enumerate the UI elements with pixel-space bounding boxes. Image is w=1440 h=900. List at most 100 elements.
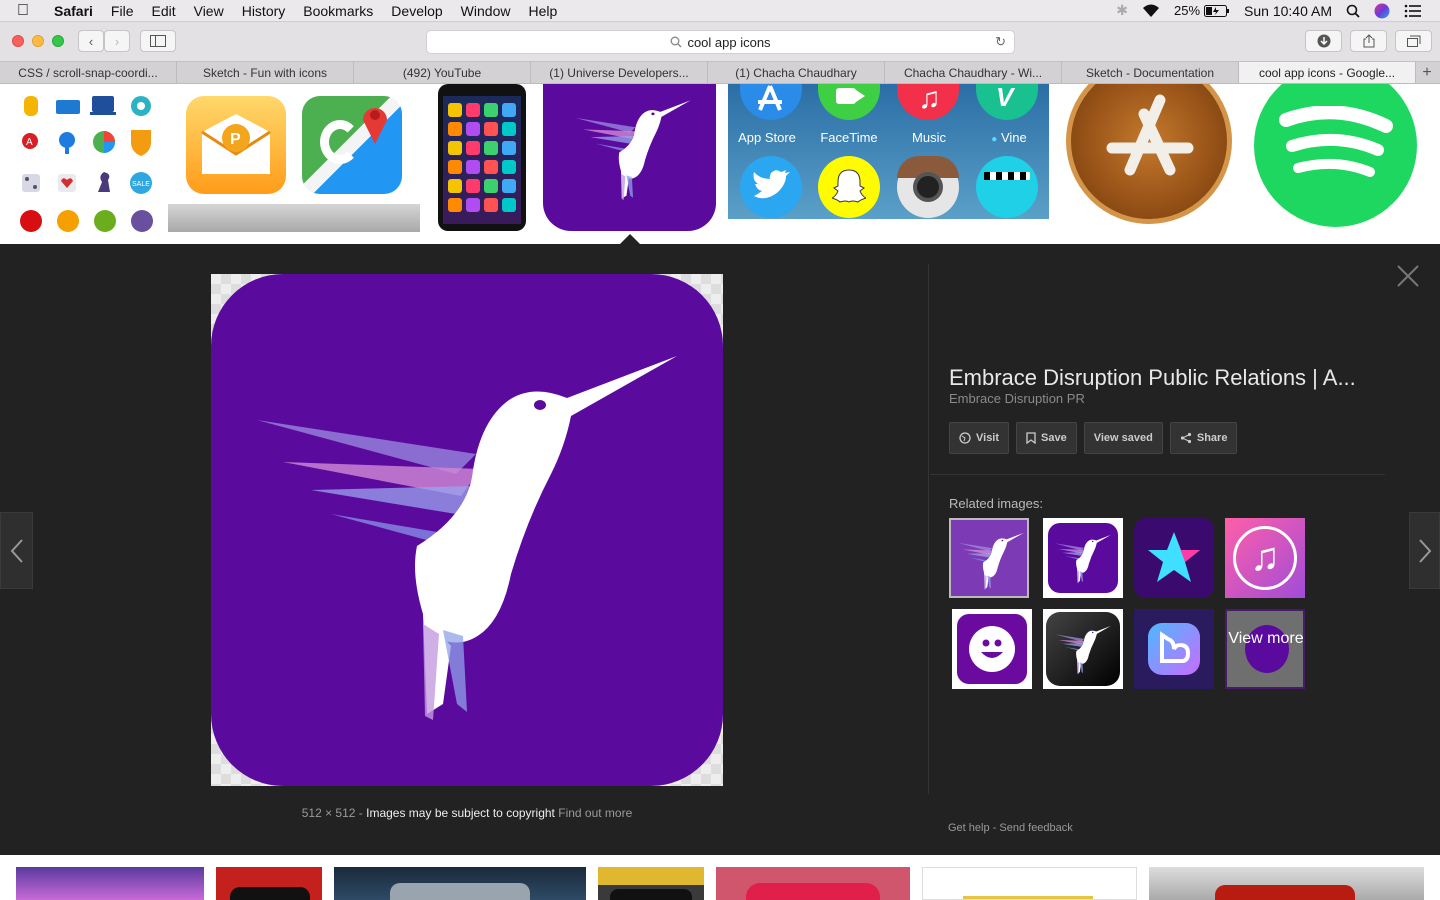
share-button[interactable] [1350,30,1387,52]
zoom-window-button[interactable] [52,35,64,47]
result-thumbnail-mail-maps[interactable]: P [168,84,420,232]
result-thumbnail-phone[interactable] [432,84,531,231]
result-thumbnail-bottom-1[interactable] [16,867,204,900]
result-title[interactable]: Embrace Disruption Public Relations | A.… [949,365,1369,391]
main-preview-image[interactable] [211,274,723,786]
related-image-6[interactable] [1043,609,1123,689]
result-thumbnail-ios-apps[interactable]: ♫ V App Store FaceTime Music ● Vine [728,84,1049,219]
tab-chacha-chaudhary-wiki[interactable]: Chacha Chaudhary - Wi... [885,62,1062,83]
related-image-1[interactable] [949,518,1029,598]
phone-app-tile [484,103,498,117]
siri-icon[interactable] [1374,3,1390,19]
result-source: Embrace Disruption PR [949,391,1085,406]
twitter-bird-icon [753,170,790,199]
tab-universe-developers[interactable]: (1) Universe Developers... [531,62,708,83]
view-saved-button[interactable]: View saved [1083,422,1163,454]
battery-icon[interactable] [1204,4,1230,17]
forward-button[interactable]: › [104,30,130,52]
related-image-2[interactable] [1043,518,1123,598]
search-icon [670,36,682,48]
download-icon [1317,34,1330,48]
phone-app-tile [448,160,462,174]
share-result-button[interactable]: Share [1169,422,1238,454]
snapchat-ghost-icon [832,169,866,203]
menu-develop[interactable]: Develop [382,3,451,19]
result-thumbnail-bottom-5[interactable] [716,867,910,900]
apple-icon[interactable]:  [0,2,46,20]
phone-app-tile [484,160,498,174]
back-button[interactable]: ‹ [78,30,104,52]
image-preview-panel: 512 × 512 - Images may be subject to cop… [0,244,1440,855]
result-thumbnail-bottom-3[interactable] [334,867,586,900]
related-images-label: Related images: [949,496,1043,511]
tab-chacha-chaudhary[interactable]: (1) Chacha Chaudhary [708,62,885,83]
new-tab-button[interactable]: + [1416,62,1438,83]
minimize-window-button[interactable] [32,35,44,47]
related-image-3[interactable] [1134,518,1214,598]
address-bar[interactable]: cool app icons ↻ [426,30,1015,54]
phone-app-tile [502,198,516,212]
phone-app-tile [502,103,516,117]
result-thumbnail-bottom-4[interactable] [598,867,704,900]
sidebar-toggle-button[interactable] [140,30,176,52]
tab-css-scroll-snap[interactable]: CSS / scroll-snap-coordi... [0,62,177,83]
section-divider [930,474,1385,475]
related-image-5[interactable] [952,609,1032,689]
find-out-more-link[interactable]: Find out more [558,806,632,820]
svg-text:SALE: SALE [132,181,150,188]
visit-button[interactable]: Visit [949,422,1010,454]
menu-view[interactable]: View [185,3,233,19]
tab-sketch-documentation[interactable]: Sketch - Documentation [1062,62,1239,83]
menu-edit[interactable]: Edit [142,3,184,19]
result-thumbnail-hummingbird-selected[interactable] [543,84,716,231]
spotlight-search-icon[interactable] [1346,4,1360,18]
save-button[interactable]: Save [1016,422,1077,454]
bluetooth-icon[interactable]: ✱ [1116,2,1128,19]
related-image-4[interactable]: ♫ [1225,518,1305,598]
menu-window[interactable]: Window [452,3,520,19]
chevron-right-icon [1418,538,1431,563]
result-thumbnail-app-store-wood[interactable] [1062,84,1236,228]
reload-icon[interactable]: ↻ [995,34,1006,50]
phone-app-tile [466,141,480,155]
downloads-button[interactable] [1305,30,1342,52]
tabs-overview-icon [1406,35,1420,47]
tab-sketch-fun-icons[interactable]: Sketch - Fun with icons [177,62,354,83]
notification-center-icon[interactable] [1404,4,1422,18]
bookmark-icon [1026,432,1036,444]
result-thumbnail-bottom-2[interactable] [216,867,322,900]
spotify-icon [1279,106,1393,177]
result-thumbnail-icon-set[interactable]: A SALE [12,90,162,238]
result-thumbnail-spotify[interactable] [1248,84,1423,228]
tab-youtube[interactable]: (492) YouTube [354,62,531,83]
related-image-7[interactable] [1134,609,1214,689]
menu-file[interactable]: File [102,3,143,19]
send-feedback-link[interactable]: Send feedback [999,822,1072,834]
tab-cool-app-icons[interactable]: cool app icons - Google... [1239,62,1416,83]
view-more-button[interactable]: View more [1225,609,1305,689]
next-image-button[interactable] [1409,512,1440,589]
menu-help[interactable]: Help [519,3,566,19]
phone-app-tile [484,141,498,155]
menu-history[interactable]: History [233,3,295,19]
smiley-face-icon [981,639,1003,658]
result-thumbnail-bottom-7[interactable] [1149,867,1424,900]
menu-bookmarks[interactable]: Bookmarks [294,3,382,19]
phone-app-tile [448,122,462,136]
previous-image-button[interactable] [0,512,33,589]
tab-bar: CSS / scroll-snap-coordi... Sketch - Fun… [0,61,1440,84]
menu-app-name[interactable]: Safari [46,3,102,19]
result-thumbnail-bottom-6[interactable] [922,867,1137,900]
close-preview-icon[interactable] [1396,264,1420,288]
show-all-tabs-button[interactable] [1395,30,1432,52]
get-help-link[interactable]: Get help [948,822,990,834]
selection-caret [620,234,640,244]
related-images-grid: ♫ View more [949,518,1309,690]
phone-app-tile [466,122,480,136]
phone-app-tile [448,141,462,155]
phone-app-tile [484,198,498,212]
close-window-button[interactable] [12,35,24,47]
clock[interactable]: Sun 10:40 AM [1244,3,1332,19]
wifi-icon[interactable] [1142,4,1160,18]
app-label-music: Music [912,130,946,145]
